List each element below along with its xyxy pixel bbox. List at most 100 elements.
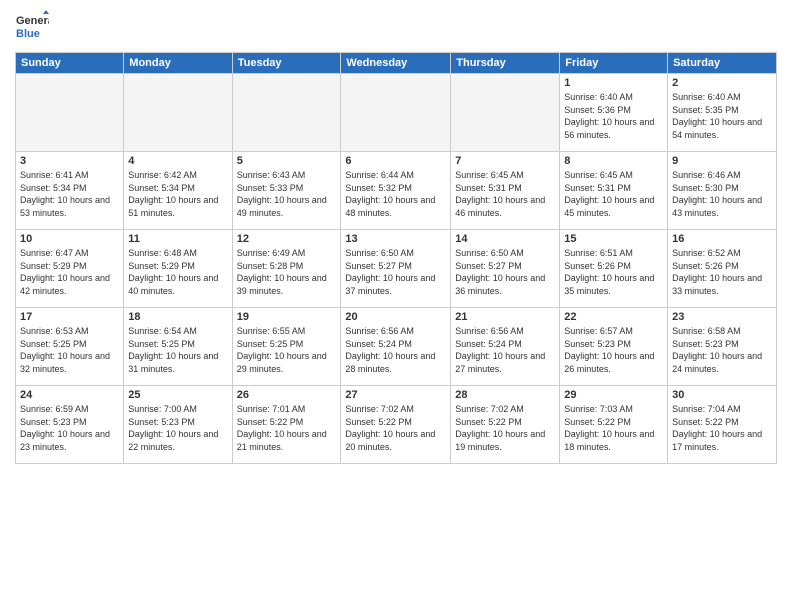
day-number: 21 — [455, 311, 555, 323]
calendar-cell: 26 Sunrise: 7:01 AMSunset: 5:22 PMDayligh… — [232, 386, 341, 464]
day-number: 14 — [455, 233, 555, 245]
calendar-cell: 12 Sunrise: 6:49 AMSunset: 5:28 PMDayligh… — [232, 230, 341, 308]
day-number: 6 — [345, 155, 446, 167]
calendar-cell: 23Sunrise: 6:58 AMSunset: 5:23 PMDayligh… — [668, 308, 777, 386]
calendar-cell: 7 Sunrise: 6:45 AMSunset: 5:31 PMDaylight… — [451, 152, 560, 230]
day-info: Sunrise: 6:57 AMSunset: 5:23 PMDaylight:… — [564, 325, 663, 375]
day-info: Sunrise: 6:59 AMSunset: 5:23 PMDaylight:… — [20, 403, 119, 453]
col-header-tuesday: Tuesday — [232, 53, 341, 74]
calendar-cell: 17 Sunrise: 6:53 AMSunset: 5:25 PMDayligh… — [16, 308, 124, 386]
day-info: Sunrise: 6:50 AMSunset: 5:27 PMDaylight:… — [455, 247, 555, 297]
day-number: 20 — [345, 311, 446, 323]
day-info: Sunrise: 6:43 AMSunset: 5:33 PMDaylight:… — [237, 169, 337, 219]
day-number: 25 — [128, 389, 227, 401]
col-header-wednesday: Wednesday — [341, 53, 451, 74]
day-number: 28 — [455, 389, 555, 401]
col-header-friday: Friday — [560, 53, 668, 74]
day-number: 10 — [20, 233, 119, 245]
calendar-cell: 3Sunrise: 6:41 AMSunset: 5:34 PMDaylight… — [16, 152, 124, 230]
day-number: 16 — [672, 233, 772, 245]
svg-text:Blue: Blue — [16, 28, 40, 40]
day-info: Sunrise: 6:53 AMSunset: 5:25 PMDaylight:… — [20, 325, 119, 375]
calendar-cell: 10 Sunrise: 6:47 AMSunset: 5:29 PMDayligh… — [16, 230, 124, 308]
calendar-cell: 28 Sunrise: 7:02 AMSunset: 5:22 PMDayligh… — [451, 386, 560, 464]
header: General Blue — [15, 10, 777, 44]
calendar-cell: 20 Sunrise: 6:56 AMSunset: 5:24 PMDayligh… — [341, 308, 451, 386]
day-info: Sunrise: 6:45 AMSunset: 5:31 PMDaylight:… — [564, 169, 663, 219]
calendar-cell — [124, 74, 232, 152]
calendar-cell: 8 Sunrise: 6:45 AMSunset: 5:31 PMDaylight… — [560, 152, 668, 230]
calendar-week-3: 17 Sunrise: 6:53 AMSunset: 5:25 PMDayligh… — [16, 308, 777, 386]
calendar-cell — [16, 74, 124, 152]
calendar-cell — [341, 74, 451, 152]
calendar-cell: 6 Sunrise: 6:44 AMSunset: 5:32 PMDaylight… — [341, 152, 451, 230]
day-info: Sunrise: 6:47 AMSunset: 5:29 PMDaylight:… — [20, 247, 119, 297]
day-info: Sunrise: 6:58 AMSunset: 5:23 PMDaylight:… — [672, 325, 772, 375]
calendar-cell: 25 Sunrise: 7:00 AMSunset: 5:23 PMDayligh… — [124, 386, 232, 464]
day-number: 5 — [237, 155, 337, 167]
calendar-week-2: 10 Sunrise: 6:47 AMSunset: 5:29 PMDayligh… — [16, 230, 777, 308]
calendar-week-4: 24Sunrise: 6:59 AMSunset: 5:23 PMDayligh… — [16, 386, 777, 464]
calendar-week-0: 1Sunrise: 6:40 AMSunset: 5:36 PMDaylight… — [16, 74, 777, 152]
day-info: Sunrise: 7:01 AMSunset: 5:22 PMDaylight:… — [237, 403, 337, 453]
calendar-cell: 4Sunrise: 6:42 AMSunset: 5:34 PMDaylight… — [124, 152, 232, 230]
calendar-table: SundayMondayTuesdayWednesdayThursdayFrid… — [15, 52, 777, 464]
calendar-cell: 29 Sunrise: 7:03 AMSunset: 5:22 PMDayligh… — [560, 386, 668, 464]
calendar-cell — [232, 74, 341, 152]
day-number: 29 — [564, 389, 663, 401]
calendar-cell: 14 Sunrise: 6:50 AMSunset: 5:27 PMDayligh… — [451, 230, 560, 308]
day-number: 12 — [237, 233, 337, 245]
day-number: 7 — [455, 155, 555, 167]
day-info: Sunrise: 7:04 AMSunset: 5:22 PMDaylight:… — [672, 403, 772, 453]
day-info: Sunrise: 6:40 AMSunset: 5:36 PMDaylight:… — [564, 91, 663, 141]
day-info: Sunrise: 7:03 AMSunset: 5:22 PMDaylight:… — [564, 403, 663, 453]
calendar-cell: 13Sunrise: 6:50 AMSunset: 5:27 PMDayligh… — [341, 230, 451, 308]
page: General Blue SundayMondayTuesdayWednesda… — [0, 0, 792, 612]
calendar-cell: 22 Sunrise: 6:57 AMSunset: 5:23 PMDayligh… — [560, 308, 668, 386]
day-info: Sunrise: 7:02 AMSunset: 5:22 PMDaylight:… — [455, 403, 555, 453]
day-info: Sunrise: 7:00 AMSunset: 5:23 PMDaylight:… — [128, 403, 227, 453]
day-info: Sunrise: 6:45 AMSunset: 5:31 PMDaylight:… — [455, 169, 555, 219]
day-info: Sunrise: 6:56 AMSunset: 5:24 PMDaylight:… — [345, 325, 446, 375]
col-header-monday: Monday — [124, 53, 232, 74]
day-number: 22 — [564, 311, 663, 323]
day-info: Sunrise: 7:02 AMSunset: 5:22 PMDaylight:… — [345, 403, 446, 453]
day-number: 11 — [128, 233, 227, 245]
day-info: Sunrise: 6:51 AMSunset: 5:26 PMDaylight:… — [564, 247, 663, 297]
calendar-cell: 5 Sunrise: 6:43 AMSunset: 5:33 PMDaylight… — [232, 152, 341, 230]
calendar-cell — [451, 74, 560, 152]
day-info: Sunrise: 6:50 AMSunset: 5:27 PMDaylight:… — [345, 247, 446, 297]
day-info: Sunrise: 6:42 AMSunset: 5:34 PMDaylight:… — [128, 169, 227, 219]
day-number: 15 — [564, 233, 663, 245]
calendar-cell: 18 Sunrise: 6:54 AMSunset: 5:25 PMDayligh… — [124, 308, 232, 386]
col-header-sunday: Sunday — [16, 53, 124, 74]
day-number: 30 — [672, 389, 772, 401]
col-header-thursday: Thursday — [451, 53, 560, 74]
day-number: 17 — [20, 311, 119, 323]
day-info: Sunrise: 6:46 AMSunset: 5:30 PMDaylight:… — [672, 169, 772, 219]
day-number: 8 — [564, 155, 663, 167]
day-info: Sunrise: 6:41 AMSunset: 5:34 PMDaylight:… — [20, 169, 119, 219]
svg-text:General: General — [16, 15, 49, 27]
day-number: 9 — [672, 155, 772, 167]
day-info: Sunrise: 6:55 AMSunset: 5:25 PMDaylight:… — [237, 325, 337, 375]
col-header-saturday: Saturday — [668, 53, 777, 74]
day-info: Sunrise: 6:40 AMSunset: 5:35 PMDaylight:… — [672, 91, 772, 141]
day-number: 26 — [237, 389, 337, 401]
day-info: Sunrise: 6:44 AMSunset: 5:32 PMDaylight:… — [345, 169, 446, 219]
day-info: Sunrise: 6:52 AMSunset: 5:26 PMDaylight:… — [672, 247, 772, 297]
calendar-cell: 30 Sunrise: 7:04 AMSunset: 5:22 PMDayligh… — [668, 386, 777, 464]
day-number: 27 — [345, 389, 446, 401]
day-number: 19 — [237, 311, 337, 323]
calendar-cell: 15 Sunrise: 6:51 AMSunset: 5:26 PMDayligh… — [560, 230, 668, 308]
calendar-cell: 16 Sunrise: 6:52 AMSunset: 5:26 PMDayligh… — [668, 230, 777, 308]
calendar-cell: 27 Sunrise: 7:02 AMSunset: 5:22 PMDayligh… — [341, 386, 451, 464]
logo-svg: General Blue — [15, 10, 49, 44]
day-number: 18 — [128, 311, 227, 323]
day-info: Sunrise: 6:54 AMSunset: 5:25 PMDaylight:… — [128, 325, 227, 375]
calendar-header-row: SundayMondayTuesdayWednesdayThursdayFrid… — [16, 53, 777, 74]
day-number: 2 — [672, 77, 772, 89]
day-info: Sunrise: 6:49 AMSunset: 5:28 PMDaylight:… — [237, 247, 337, 297]
calendar-cell: 19 Sunrise: 6:55 AMSunset: 5:25 PMDayligh… — [232, 308, 341, 386]
calendar-cell: 1Sunrise: 6:40 AMSunset: 5:36 PMDaylight… — [560, 74, 668, 152]
